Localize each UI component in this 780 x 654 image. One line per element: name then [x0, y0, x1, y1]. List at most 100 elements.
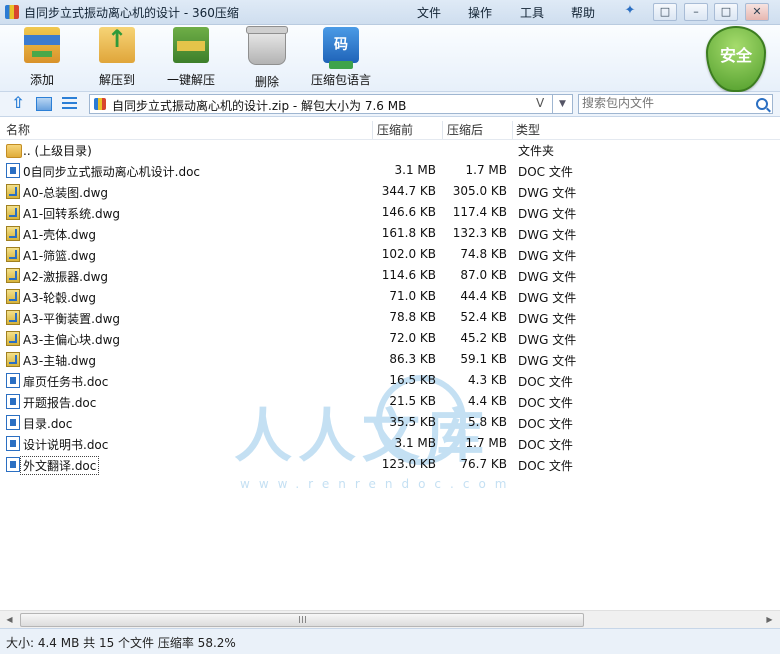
column-packed[interactable]: 压缩后 — [447, 121, 483, 138]
column-divider[interactable] — [442, 121, 443, 139]
file-name: A3-主轴.dwg — [23, 354, 97, 368]
file-size: 3.1 MB — [394, 163, 436, 177]
file-row[interactable]: 扉页任务书.doc 16.5 KB 4.3 KB DOC 文件 — [0, 370, 780, 391]
file-row[interactable]: 开题报告.doc 21.5 KB 4.4 KB DOC 文件 — [0, 391, 780, 412]
add-button[interactable]: 添加 — [22, 27, 62, 88]
column-size[interactable]: 压缩前 — [377, 121, 413, 138]
file-row[interactable]: A0-总装图.dwg 344.7 KB 305.0 KB DWG 文件 — [0, 181, 780, 202]
file-type: 文件夹 — [518, 144, 555, 158]
search-icon[interactable] — [756, 98, 768, 110]
file-row[interactable]: 设计说明书.doc 3.1 MB 1.7 MB DOC 文件 — [0, 433, 780, 454]
file-packed-size: 87.0 KB — [460, 268, 507, 282]
grip-icon — [299, 616, 307, 623]
file-row[interactable]: A2-激振器.dwg 114.6 KB 87.0 KB DWG 文件 — [0, 265, 780, 286]
file-row[interactable]: A3-主轴.dwg 86.3 KB 59.1 KB DWG 文件 — [0, 349, 780, 370]
menu-help[interactable]: 帮助 — [571, 4, 595, 21]
add-archive-icon — [24, 27, 60, 63]
file-type: DOC 文件 — [518, 165, 573, 179]
file-row[interactable]: A3-轮毂.dwg 71.0 KB 44.4 KB DWG 文件 — [0, 286, 780, 307]
extract-to-button[interactable]: 解压到 — [96, 25, 138, 88]
search-input[interactable] — [582, 96, 750, 110]
file-type: DWG 文件 — [518, 270, 577, 284]
dwg-file-icon — [6, 289, 20, 304]
list-view-icon[interactable] — [62, 97, 77, 109]
file-row[interactable]: A1-壳体.dwg 161.8 KB 132.3 KB DWG 文件 — [0, 223, 780, 244]
file-size: 78.8 KB — [389, 310, 436, 324]
one-click-extract-button[interactable]: 一键解压 — [164, 27, 218, 88]
file-name: 设计说明书.doc — [23, 438, 109, 452]
file-type: DWG 文件 — [518, 312, 577, 326]
file-type: DOC 文件 — [518, 396, 573, 410]
close-button[interactable]: ✕ — [745, 3, 769, 21]
scroll-left-icon[interactable]: ◀ — [2, 612, 17, 627]
menu-file[interactable]: 文件 — [417, 4, 441, 21]
file-name: 扉页任务书.doc — [23, 375, 109, 389]
file-row[interactable]: A3-平衡装置.dwg 78.8 KB 52.4 KB DWG 文件 — [0, 307, 780, 328]
dwg-file-icon — [6, 184, 20, 199]
file-packed-size: 1.7 MB — [465, 163, 507, 177]
file-name: A1-回转系统.dwg — [23, 207, 121, 221]
file-name: 目录.doc — [23, 417, 73, 431]
watermark-url: www.renrendoc.com — [240, 477, 516, 491]
one-click-extract-icon — [173, 27, 209, 63]
file-packed-size: 59.1 KB — [460, 352, 507, 366]
file-name: 开题报告.doc — [23, 396, 97, 410]
file-row[interactable]: 外文翻译.doc 123.0 KB 76.7 KB DOC 文件 — [0, 454, 780, 475]
file-name: A2-激振器.dwg — [23, 270, 109, 284]
file-type: DWG 文件 — [518, 186, 577, 200]
archive-path-field[interactable]: 自同步立式振动离心机的设计.zip - 解包大小为 7.6 MB V ▼ — [89, 94, 573, 114]
dwg-file-icon — [6, 205, 20, 220]
file-row[interactable]: 目录.doc 35.5 KB 5.8 KB DOC 文件 — [0, 412, 780, 433]
file-size: 72.0 KB — [389, 331, 436, 345]
column-name[interactable]: 名称 — [6, 121, 30, 138]
file-name: 外文翻译.doc — [19, 456, 100, 475]
scroll-right-icon[interactable]: ▶ — [762, 612, 777, 627]
app-icon — [5, 5, 19, 19]
maximize-button[interactable]: □ — [714, 3, 738, 21]
folder-icon — [6, 144, 22, 158]
file-packed-size: 4.3 KB — [468, 373, 507, 387]
scroll-thumb[interactable] — [20, 613, 584, 627]
archive-path-text: 自同步立式振动离心机的设计.zip - 解包大小为 7.6 MB — [112, 99, 407, 113]
file-packed-size: 45.2 KB — [460, 331, 507, 345]
file-packed-size: 74.8 KB — [460, 247, 507, 261]
file-size: 161.8 KB — [381, 226, 436, 240]
status-text: 大小: 4.4 MB 共 15 个文件 压缩率 58.2% — [6, 636, 236, 650]
dwg-file-icon — [6, 268, 20, 283]
file-size: 123.0 KB — [381, 457, 436, 471]
horizontal-scrollbar[interactable]: ◀ ▶ — [0, 610, 780, 628]
file-name: A1-壳体.dwg — [23, 228, 97, 242]
delete-button[interactable]: 删除 — [246, 26, 288, 90]
file-size: 86.3 KB — [389, 352, 436, 366]
chevron-down-icon[interactable]: ▼ — [552, 95, 572, 113]
file-row[interactable]: .. (上级目录) 文件夹 — [0, 139, 780, 160]
column-type[interactable]: 类型 — [516, 121, 540, 138]
file-row[interactable]: A1-筛篮.dwg 102.0 KB 74.8 KB DWG 文件 — [0, 244, 780, 265]
thumbnail-view-icon[interactable] — [36, 97, 52, 111]
skin-shirt-icon[interactable]: ✦ — [619, 3, 641, 19]
address-bar: ⇧ 自同步立式振动离心机的设计.zip - 解包大小为 7.6 MB V ▼ — [0, 92, 780, 117]
archive-language-icon: 码 — [323, 27, 359, 69]
archive-language-label: 压缩包语言 — [310, 73, 371, 87]
delete-label: 删除 — [254, 75, 279, 89]
column-divider[interactable] — [512, 121, 513, 139]
column-divider[interactable] — [372, 121, 373, 139]
file-name: 0自同步立式振动离心机设计.doc — [23, 165, 201, 179]
file-row[interactable]: A3-主偏心块.dwg 72.0 KB 45.2 KB DWG 文件 — [0, 328, 780, 349]
menu-operate[interactable]: 操作 — [468, 4, 492, 21]
archive-language-button[interactable]: 码 压缩包语言 — [310, 27, 372, 88]
toolbar: 添加 解压到 一键解压 删除 码 压缩包语言 — [0, 25, 780, 92]
menu-tools[interactable]: 工具 — [520, 4, 544, 21]
message-icon[interactable]: □ — [653, 3, 677, 21]
extract-to-icon — [99, 25, 135, 63]
file-row[interactable]: 0自同步立式振动离心机设计.doc 3.1 MB 1.7 MB DOC 文件 — [0, 160, 780, 181]
file-type: DWG 文件 — [518, 249, 577, 263]
file-row[interactable]: A1-回转系统.dwg 146.6 KB 117.4 KB DWG 文件 — [0, 202, 780, 223]
doc-file-icon — [6, 436, 20, 451]
title-bar: 自同步立式振动离心机的设计 - 360压缩 文件 操作 工具 帮助 ✦ □ – … — [0, 0, 780, 25]
minimize-button[interactable]: – — [684, 3, 708, 21]
add-label: 添加 — [29, 73, 54, 87]
up-arrow-icon[interactable]: ⇧ — [9, 95, 27, 111]
archive-icon — [94, 98, 106, 110]
file-type: DWG 文件 — [518, 228, 577, 242]
